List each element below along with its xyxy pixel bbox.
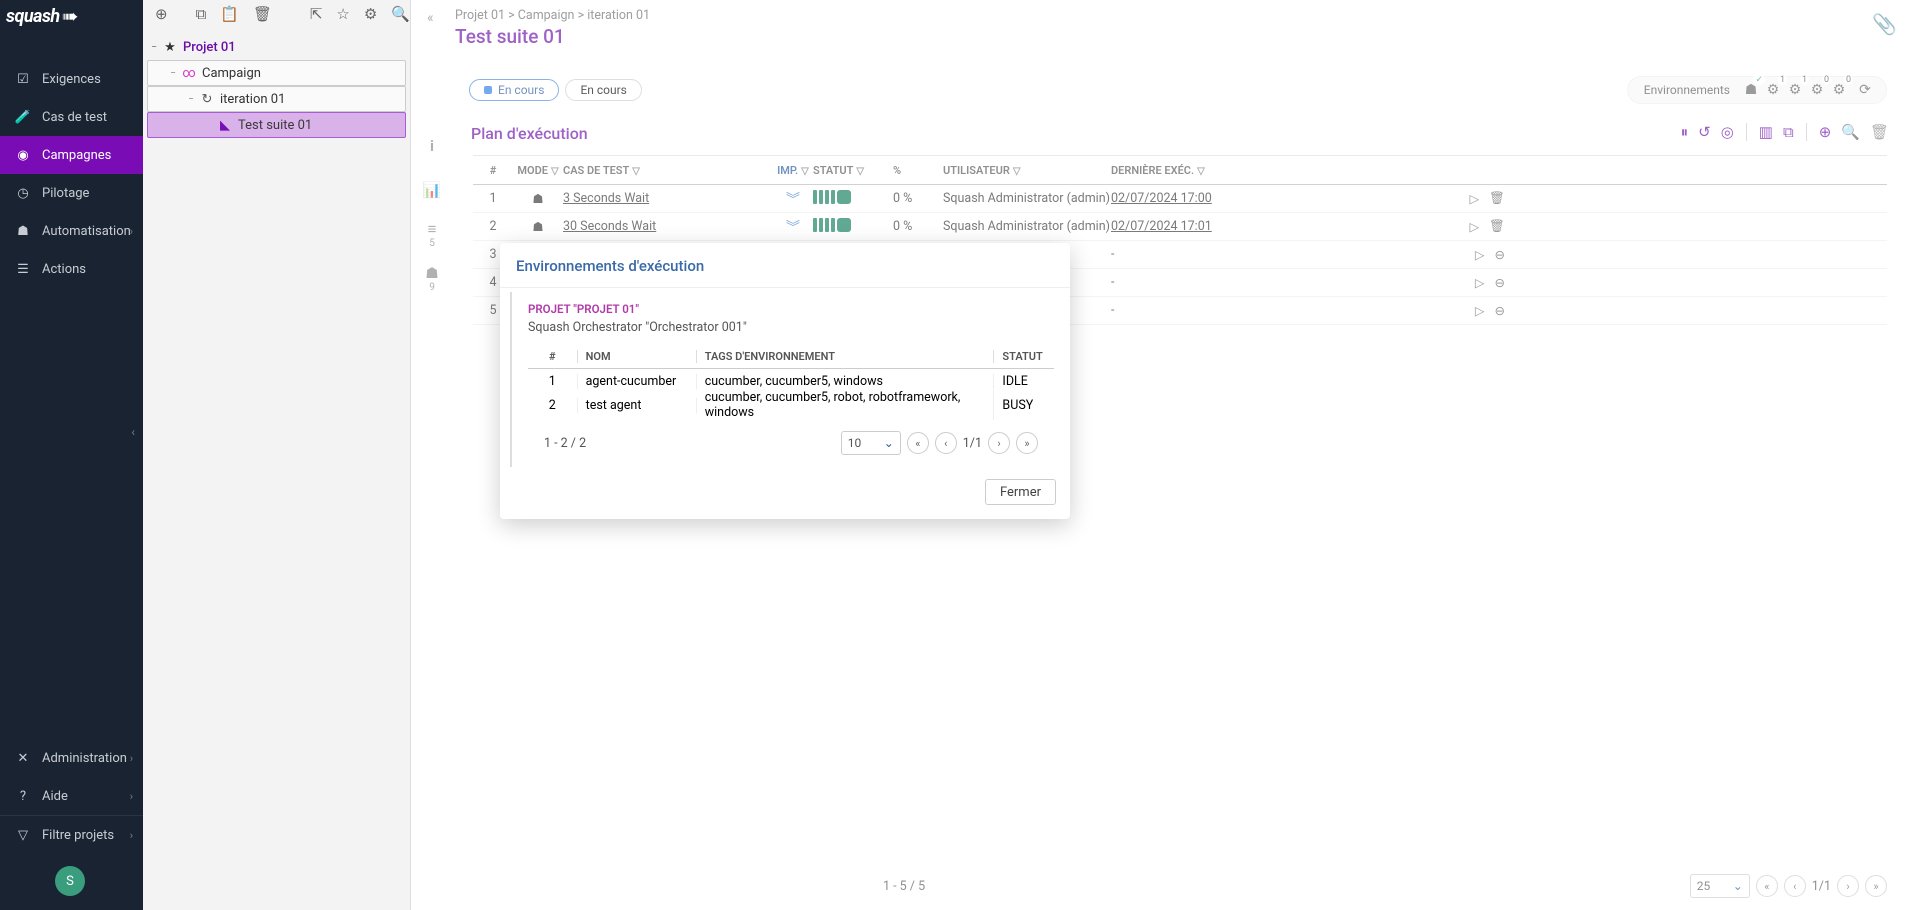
tree-label: iteration 01 [220,92,285,107]
paste-icon[interactable]: 📋 [220,5,239,23]
modal-footer: Fermer [500,471,1070,519]
chevron-right-icon: › [130,225,133,238]
nav-automatisation[interactable]: ☗ Automatisation › [0,212,143,250]
chevron-right-icon: › [130,790,133,803]
nav-cas-de-test[interactable]: 🧪 Cas de test [0,98,143,136]
search-icon[interactable]: 🔍 [391,5,410,23]
add-icon[interactable]: ⊕ [155,5,168,23]
robot-icon: ☗ [14,224,32,239]
environments-modal: Environnements d'exécution PROJET "PROJE… [500,243,1070,519]
modal-orchestrator: Squash Orchestrator "Orchestrator 001" [528,320,1054,335]
tree-iteration[interactable]: − ↻ iteration 01 [147,86,406,112]
nav-label: Aide [42,789,68,804]
tree-project[interactable]: − ★ Projet 01 [147,34,406,60]
tree: − ★ Projet 01 − ∞ Campaign − ↻ iteration… [143,28,410,144]
tree-panel: ⊕ ⧉ 📋 🗑 ⇱ ☆ ⚙ 🔍 − ★ Projet 01 − ∞ Campai… [143,0,411,910]
collapse-sidebar-button[interactable]: ‹ [131,425,135,439]
nav-pilotage[interactable]: ◷ Pilotage [0,174,143,212]
star-filled-icon: ★ [161,40,179,55]
collapse-icon[interactable]: − [184,94,198,105]
star-icon[interactable]: ☆ [336,5,349,23]
modal-range: 1 - 2 / 2 [544,436,586,451]
nav-filtre-projets[interactable]: ▽ Filtre projets › [0,816,143,854]
nav-label: Pilotage [42,186,89,201]
collapse-icon[interactable]: − [166,68,180,79]
checklist-icon: ☑ [14,72,32,87]
tree-label: Test suite 01 [238,118,312,133]
nav-actions[interactable]: ☰ Actions [0,250,143,288]
nav-label: Administration [42,751,127,766]
bookmark-icon: ◣ [216,118,234,133]
tree-label: Projet 01 [183,40,236,55]
modal-project: PROJET "PROJET 01" [528,302,1054,316]
nav-label: Actions [42,262,86,277]
collapse-icon[interactable]: − [147,42,161,53]
mcol-status: STATUT [994,350,1054,363]
logo-swoosh: ➠ [62,4,79,28]
modal-next-button[interactable]: › [988,432,1010,454]
tree-label: Campaign [202,66,261,81]
modal-first-button[interactable]: « [907,432,929,454]
trash-icon[interactable]: 🗑 [253,5,272,23]
nav-administration[interactable]: ✕ Administration › [0,739,143,777]
modal-last-button[interactable]: » [1016,432,1038,454]
gear-icon[interactable]: ⚙ [364,5,377,23]
mcol-name: NOM [578,350,697,363]
tree-campaign[interactable]: − ∞ Campaign [147,60,406,86]
tree-suite[interactable]: ◣ Test suite 01 [147,112,406,138]
sidebar: squash ➠ ☑ Exigences 🧪 Cas de test ◉ Cam… [0,0,143,910]
nav-label: Automatisation [42,224,131,239]
help-icon: ? [14,789,32,804]
logo: squash ➠ [0,0,143,30]
modal-title: Environnements d'exécution [500,243,1070,288]
nav-label: Cas de test [42,110,107,125]
campaign-icon: ∞ [180,66,198,81]
modal-pager: 1 - 2 / 2 10⌄ « ‹ 1/1 › » [528,417,1054,463]
mcol-n: # [528,350,578,363]
export-icon[interactable]: ⇱ [310,5,323,23]
close-button[interactable]: Fermer [985,479,1056,505]
filter-icon: ▽ [14,828,32,843]
modal-page: 1/1 [963,436,982,451]
modal-table-header: # NOM TAGS D'ENVIRONNEMENT STATUT [528,345,1054,369]
nav-aide[interactable]: ? Aide › [0,777,143,815]
iteration-icon: ↻ [198,92,216,107]
nav-label: Exigences [42,72,101,87]
copy-icon[interactable]: ⧉ [196,5,207,23]
nav-label: Filtre projets [42,828,114,843]
nav-campagnes[interactable]: ◉ Campagnes [0,136,143,174]
modal-table-row[interactable]: 2 test agent cucumber, cucumber5, robot,… [528,393,1054,417]
flask-icon: 🧪 [14,110,32,125]
avatar[interactable]: S [55,866,85,896]
nav-label: Campagnes [42,148,111,163]
nav-exigences[interactable]: ☑ Exigences [0,60,143,98]
bars-icon: ☰ [14,262,32,277]
gauge-icon: ◷ [14,186,32,201]
modal-page-size[interactable]: 10⌄ [841,431,901,455]
tree-toolbar: ⊕ ⧉ 📋 🗑 ⇱ ☆ ⚙ 🔍 [143,0,410,28]
chevron-right-icon: › [130,829,133,842]
play-circle-icon: ◉ [14,148,32,163]
chevron-right-icon: › [130,752,133,765]
wrench-icon: ✕ [14,751,32,766]
logo-text: squash [6,6,60,27]
mcol-tags: TAGS D'ENVIRONNEMENT [697,350,995,363]
modal-prev-button[interactable]: ‹ [935,432,957,454]
